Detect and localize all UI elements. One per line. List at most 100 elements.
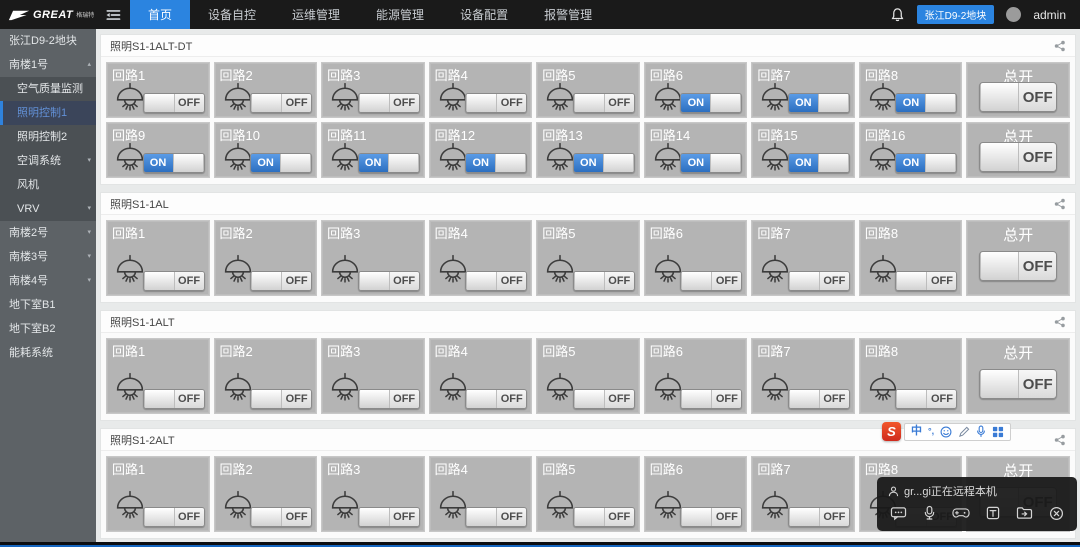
nav-item[interactable]: 能源管理 [358,0,442,29]
circuit-label: 回路1 [112,459,145,478]
sidebar-item[interactable]: 照明控制2 [0,125,96,149]
circuit-card: 回路4OFF [429,62,533,118]
toggle-switch[interactable]: OFF [680,507,742,527]
sogou-logo-icon[interactable]: S [882,422,901,441]
nav-item[interactable]: 首页 [130,0,190,29]
sidebar-item[interactable]: 地下室B2 [0,317,96,341]
toggle-switch[interactable]: OFF [143,93,205,113]
master-switch-card: 总开OFF [966,122,1070,178]
toggle-switch[interactable]: ON [358,153,420,173]
share-button[interactable] [1054,198,1066,210]
toggle-switch[interactable]: OFF [573,507,635,527]
username[interactable]: admin [1033,8,1066,22]
toggle-switch[interactable]: OFF [465,389,527,409]
share-button[interactable] [1054,316,1066,328]
lamp-icon [113,490,147,521]
toggle-switch[interactable]: OFF [143,507,205,527]
toggle-switch[interactable]: ON [465,153,527,173]
toggle-switch[interactable]: OFF [979,142,1057,172]
toggle-switch[interactable]: ON [680,153,742,173]
sidebar-collapse-button[interactable] [96,0,130,29]
toggle-knob [925,94,956,112]
toggle-switch[interactable]: OFF [680,389,742,409]
toggle-switch[interactable]: OFF [680,271,742,291]
toggle-on-label: ON [896,94,925,112]
sidebar-item[interactable]: 空调系统▾ [0,149,96,173]
sidebar-item[interactable]: 南楼1号▴ [0,53,96,77]
sidebar-item[interactable]: VRV▾ [0,197,96,221]
toggle-switch[interactable]: OFF [979,82,1057,112]
chat-icon[interactable] [890,506,907,521]
circuit-card: 回路4OFF [429,220,533,296]
toggle-switch[interactable]: OFF [573,93,635,113]
toggle-knob [388,154,419,172]
toggle-knob [896,390,927,408]
file-transfer-icon[interactable] [1016,506,1033,520]
toggle-switch[interactable]: OFF [979,251,1057,281]
text-input-icon[interactable] [986,506,1000,520]
emoji-icon[interactable] [940,426,952,438]
toggle-knob [896,272,927,290]
toggle-switch[interactable]: OFF [358,389,420,409]
toggle-switch[interactable]: OFF [465,271,527,291]
toggle-switch[interactable]: ON [680,93,742,113]
share-button[interactable] [1054,434,1066,446]
zh-mode-icon[interactable]: 中 [911,426,922,437]
toggle-switch[interactable]: OFF [788,389,850,409]
sidebar-item[interactable]: 南楼2号▾ [0,221,96,245]
toggle-switch[interactable]: ON [895,153,957,173]
toggle-switch[interactable]: OFF [358,507,420,527]
nav-item[interactable]: 设备配置 [442,0,526,29]
close-icon[interactable] [1049,506,1064,521]
nav-item[interactable]: 运维管理 [274,0,358,29]
toggle-switch[interactable]: OFF [250,507,312,527]
sidebar-item[interactable]: 风机 [0,173,96,197]
nav-item[interactable]: 报警管理 [526,0,610,29]
toggle-switch[interactable]: ON [788,93,850,113]
toggle-switch[interactable]: OFF [979,369,1057,399]
sidebar-item[interactable]: 能耗系统 [0,341,96,365]
toggle-off-label: OFF [175,94,204,112]
sidebar-item[interactable]: 空气质量监测 [0,77,96,101]
toggle-knob [574,508,605,526]
toggle-switch[interactable]: OFF [358,271,420,291]
toggle-switch[interactable]: ON [143,153,205,173]
toggle-switch[interactable]: OFF [895,271,957,291]
nav-item[interactable]: 设备自控 [190,0,274,29]
toggle-switch[interactable]: OFF [250,271,312,291]
circuit-card: 回路3OFF [321,456,425,532]
voice-icon[interactable] [976,425,986,438]
toggle-switch[interactable]: OFF [895,389,957,409]
share-button[interactable] [1054,40,1066,52]
toggle-switch[interactable]: OFF [358,93,420,113]
sidebar-item[interactable]: 地下室B1 [0,293,96,317]
toggle-switch[interactable]: OFF [250,389,312,409]
sidebar-item[interactable]: 张江D9-2地块 [0,29,96,53]
avatar[interactable] [1006,7,1021,22]
notification-bell-icon[interactable] [890,7,905,23]
punctuation-icon[interactable]: °, [928,427,934,436]
sidebar-item[interactable]: 南楼4号▾ [0,269,96,293]
toggle-switch[interactable]: OFF [143,271,205,291]
toggle-switch[interactable]: OFF [788,271,850,291]
toggle-switch[interactable]: ON [573,153,635,173]
sidebar-item-label: 地下室B2 [9,323,55,335]
toggle-switch[interactable]: OFF [788,507,850,527]
toggle-switch[interactable]: ON [895,93,957,113]
site-badge[interactable]: 张江D9-2地块 [917,5,995,24]
toggle-switch[interactable]: OFF [465,93,527,113]
sidebar-item[interactable]: 南楼3号▾ [0,245,96,269]
toggle-switch[interactable]: ON [788,153,850,173]
toggle-switch[interactable]: OFF [573,389,635,409]
sidebar-item[interactable]: 照明控制1 [0,101,96,125]
toggle-switch[interactable]: OFF [465,507,527,527]
toggle-switch[interactable]: OFF [250,93,312,113]
gamepad-icon[interactable] [952,506,970,520]
pencil-icon[interactable] [958,426,970,438]
share-icon [1054,434,1066,446]
mic-icon[interactable] [923,505,936,521]
toggle-switch[interactable]: ON [250,153,312,173]
toolbox-icon[interactable] [992,426,1004,438]
toggle-switch[interactable]: OFF [143,389,205,409]
toggle-switch[interactable]: OFF [573,271,635,291]
